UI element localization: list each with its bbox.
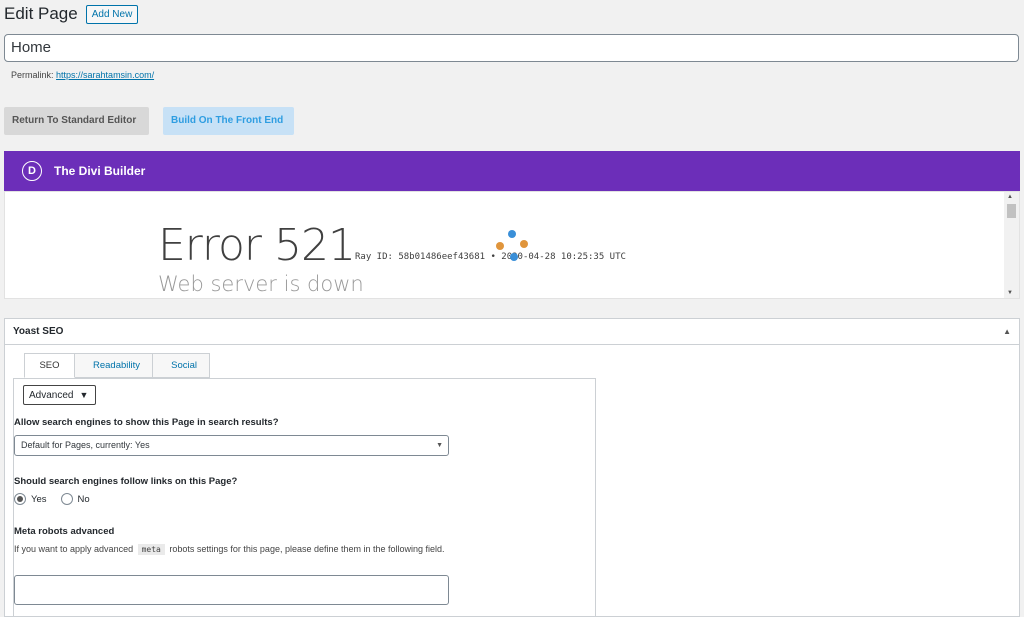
meta-help-pre: If you want to apply advanced	[14, 544, 134, 554]
follow-links-radio-group: Yes No	[14, 493, 90, 505]
meta-help-code: meta	[137, 544, 165, 555]
page-header: Edit Page Add New	[4, 4, 139, 24]
frame-scrollbar[interactable]: ▲ ▼	[1004, 192, 1019, 298]
tab-seo[interactable]: SEO	[24, 353, 75, 378]
chevron-down-icon: ▼	[79, 390, 89, 400]
error-code: Error 521	[158, 220, 356, 271]
loader-dot-top-icon	[508, 230, 516, 238]
follow-no-radio[interactable]	[60, 493, 73, 505]
scroll-up-icon[interactable]: ▲	[1007, 194, 1013, 200]
divi-logo-icon: D	[22, 161, 42, 181]
yoast-tabs: SEO Readability Social	[24, 353, 210, 378]
search-results-label: Allow search engines to show this Page i…	[14, 417, 279, 428]
follow-yes-label: Yes	[31, 493, 47, 505]
permalink-label: Permalink:	[11, 70, 54, 80]
meta-robots-help: If you want to apply advanced meta robot…	[14, 542, 454, 557]
follow-no-label: No	[77, 493, 90, 505]
tab-social[interactable]: Social	[152, 353, 210, 378]
yoast-title: Yoast SEO	[13, 326, 64, 337]
seo-panel: Advanced ▼ Allow search engines to show …	[13, 378, 596, 617]
advanced-label: Advanced	[29, 389, 74, 401]
page-title-input[interactable]: Home	[4, 34, 1019, 62]
search-results-select[interactable]: Default for Pages, currently: Yes ▼	[14, 435, 449, 456]
permalink: Permalink: https://sarahtamsin.com/	[11, 70, 154, 80]
scroll-thumb[interactable]	[1007, 204, 1016, 218]
follow-links-label: Should search engines follow links on th…	[14, 476, 238, 487]
yoast-header[interactable]: Yoast SEO ▲	[5, 319, 1019, 345]
divi-builder-frame: Error 521 Ray ID: 58b01486eef43681 • 202…	[4, 191, 1020, 299]
meta-robots-input[interactable]	[14, 575, 449, 605]
error-ray-id: Ray ID: 58b01486eef43681 • 2020-04-28 10…	[355, 252, 626, 262]
loader-dot-right-icon	[520, 240, 528, 248]
error-subtitle: Web server is down	[158, 272, 364, 296]
advanced-toggle-button[interactable]: Advanced ▼	[23, 385, 96, 405]
build-front-end-button[interactable]: Build On The Front End	[163, 107, 294, 135]
yoast-seo-metabox: Yoast SEO ▲ SEO Readability Social Advan…	[4, 318, 1020, 617]
page-title: Edit Page	[4, 4, 78, 23]
tab-readability[interactable]: Readability	[74, 353, 153, 378]
collapse-icon[interactable]: ▲	[1003, 327, 1011, 336]
permalink-link[interactable]: https://sarahtamsin.com/	[56, 70, 154, 80]
scroll-down-icon[interactable]: ▼	[1007, 290, 1013, 296]
select-arrow-icon: ▼	[436, 442, 443, 449]
search-results-value: Default for Pages, currently: Yes	[21, 440, 150, 450]
loader-dot-left-icon	[496, 242, 504, 250]
loader-dot-bottom-icon	[510, 253, 518, 261]
follow-yes-radio[interactable]	[14, 493, 26, 505]
meta-help-post: robots settings for this page, please de…	[169, 544, 445, 554]
divi-builder-header: D The Divi Builder	[4, 151, 1020, 191]
return-standard-editor-button[interactable]: Return To Standard Editor	[4, 107, 149, 135]
tab-social-label: Social	[171, 360, 197, 371]
divi-builder-title: The Divi Builder	[54, 164, 146, 178]
meta-robots-label: Meta robots advanced	[14, 526, 115, 537]
add-new-button[interactable]: Add New	[85, 4, 139, 24]
